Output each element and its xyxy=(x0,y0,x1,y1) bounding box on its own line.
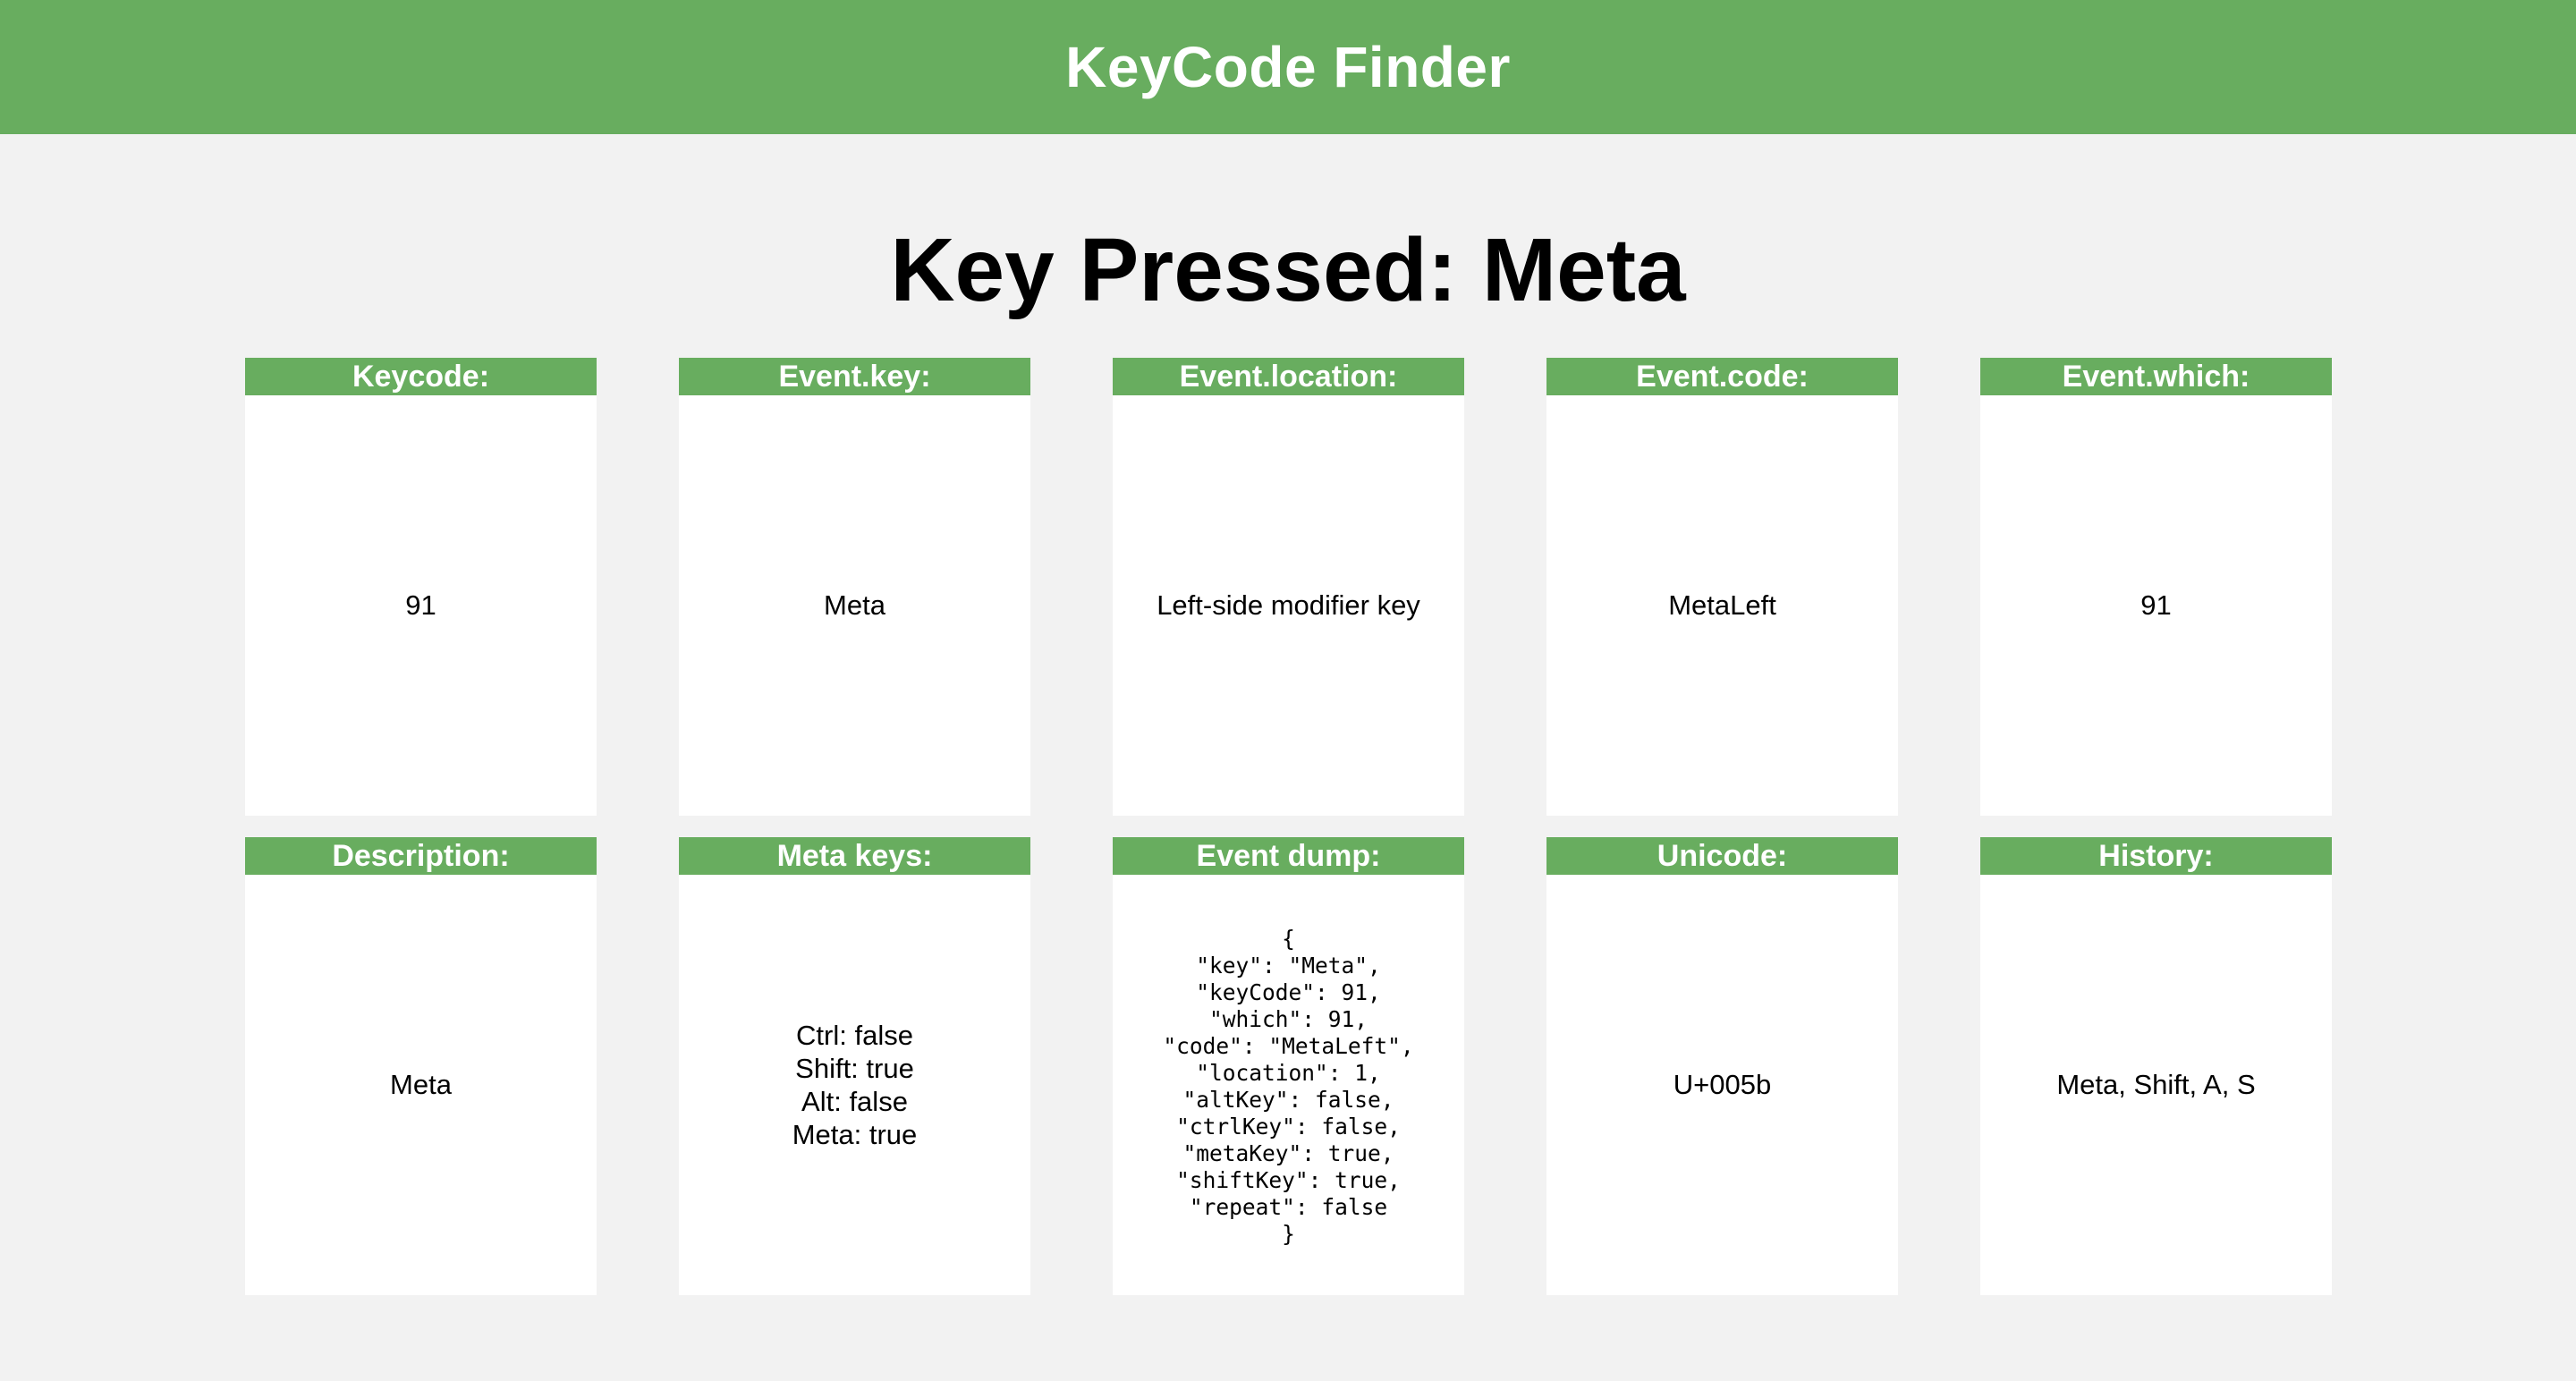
meta-key-ctrl: Ctrl: false xyxy=(796,1020,913,1051)
event-dump-line: } xyxy=(1282,1221,1295,1247)
event-dump-line: "ctrlKey": false, xyxy=(1176,1114,1401,1140)
event-code-value: MetaLeft xyxy=(1668,589,1776,621)
event-dump-json: { "key": "Meta", "keyCode": 91, "which":… xyxy=(1163,926,1413,1248)
app-header: KeyCode Finder xyxy=(0,0,2576,134)
unicode-value: U+005b xyxy=(1673,1069,1772,1100)
event-dump-line: { xyxy=(1282,926,1295,952)
unicode-card: Unicode: U+005b xyxy=(1546,837,1898,1295)
event-dump-line: "code": "MetaLeft", xyxy=(1163,1033,1414,1059)
event-dump-line: "key": "Meta", xyxy=(1196,953,1381,979)
description-card: Description: Meta xyxy=(245,837,597,1295)
event-dump-line: "repeat": false xyxy=(1189,1194,1388,1220)
event-key-card-title: Event.key: xyxy=(679,358,1030,395)
unicode-card-title: Unicode: xyxy=(1546,837,1898,875)
meta-key-meta: Meta: true xyxy=(792,1119,918,1150)
event-key-card: Event.key: Meta xyxy=(679,358,1030,816)
meta-keys-card-title: Meta keys: xyxy=(679,837,1030,875)
description-value: Meta xyxy=(390,1069,452,1100)
event-dump-line: "which": 91, xyxy=(1208,1006,1368,1032)
key-pressed-heading: Key Pressed: Meta xyxy=(890,220,1686,320)
event-dump-line: "shiftKey": true, xyxy=(1176,1167,1401,1193)
event-dump-line: "location": 1, xyxy=(1196,1060,1381,1086)
meta-key-shift: Shift: true xyxy=(795,1053,914,1084)
history-card: History: Meta, Shift, A, S xyxy=(1980,837,2332,1295)
event-dump-line: "altKey": false, xyxy=(1182,1087,1394,1113)
event-key-value: Meta xyxy=(824,589,886,621)
event-location-card-title: Event.location: xyxy=(1113,358,1464,395)
event-dump-line: "keyCode": 91, xyxy=(1196,979,1381,1005)
keycode-card-title: Keycode: xyxy=(245,358,597,395)
meta-keys-list: Ctrl: false Shift: true Alt: false Meta:… xyxy=(792,1019,918,1151)
event-dump-line: "metaKey": true, xyxy=(1182,1140,1394,1166)
history-value: Meta, Shift, A, S xyxy=(2056,1069,2256,1100)
history-card-title: History: xyxy=(1980,837,2332,875)
event-location-card: Event.location: Left-side modifier key xyxy=(1113,358,1464,816)
meta-key-alt: Alt: false xyxy=(801,1086,908,1117)
event-code-card-title: Event.code: xyxy=(1546,358,1898,395)
meta-keys-body: Ctrl: false Shift: true Alt: false Meta:… xyxy=(679,875,1030,1295)
event-which-card-title: Event.which: xyxy=(1980,358,2332,395)
event-dump-body: { "key": "Meta", "keyCode": 91, "which":… xyxy=(1113,875,1464,1295)
info-grid: Keycode: 91 Event.key: Meta Event.locati… xyxy=(245,358,2332,1295)
event-location-value: Left-side modifier key xyxy=(1157,589,1420,621)
event-which-card: Event.which: 91 xyxy=(1980,358,2332,816)
event-dump-card: Event dump: { "key": "Meta", "keyCode": … xyxy=(1113,837,1464,1295)
app-title: KeyCode Finder xyxy=(1065,35,1511,99)
description-card-title: Description: xyxy=(245,837,597,875)
keycode-card: Keycode: 91 xyxy=(245,358,597,816)
event-which-value: 91 xyxy=(2140,589,2172,621)
event-code-card: Event.code: MetaLeft xyxy=(1546,358,1898,816)
event-dump-card-title: Event dump: xyxy=(1113,837,1464,875)
meta-keys-card: Meta keys: Ctrl: false Shift: true Alt: … xyxy=(679,837,1030,1295)
keycode-value: 91 xyxy=(405,589,436,621)
